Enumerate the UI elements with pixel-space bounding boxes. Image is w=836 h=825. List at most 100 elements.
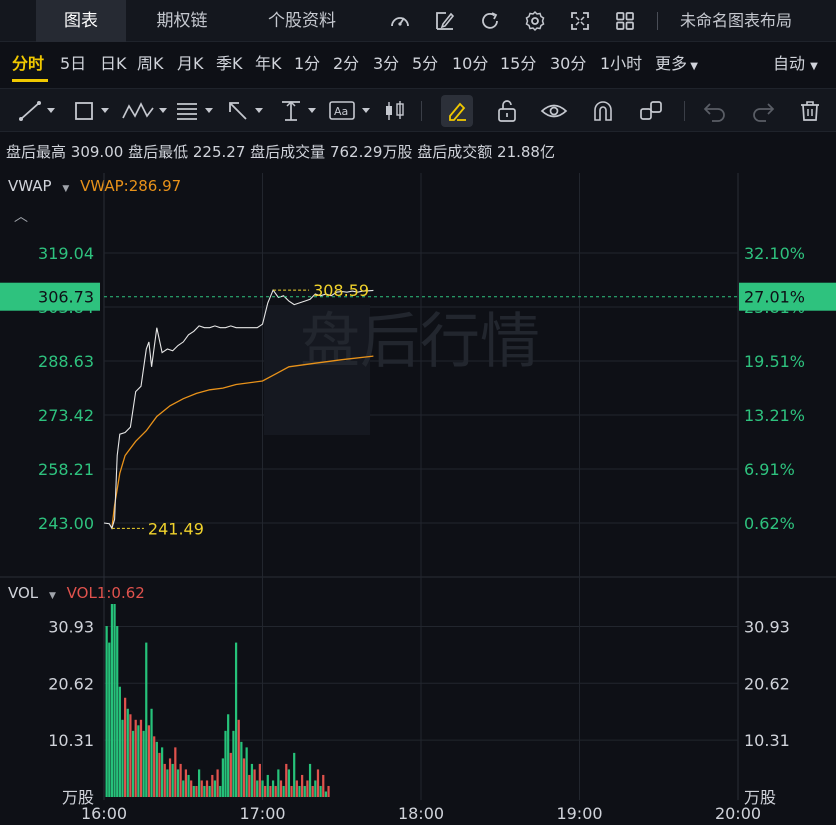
volume-bar [264, 785, 267, 797]
tab-option-chain[interactable]: 期权链 [134, 0, 230, 42]
volume-bar [248, 774, 251, 797]
eye-icon[interactable] [540, 98, 568, 124]
volume-bar [192, 785, 195, 797]
period-12[interactable]: 15分 [500, 52, 536, 76]
arrow-tool-icon[interactable] [226, 98, 270, 124]
fullscreen-icon[interactable] [568, 9, 592, 33]
pattern-tool-icon[interactable] [120, 98, 172, 124]
time-label: 16:00 [81, 804, 127, 823]
period-11[interactable]: 10分 [452, 52, 488, 76]
current-price-text: 306.73 [38, 288, 94, 307]
trendline-tool-icon[interactable] [18, 98, 60, 124]
divider [657, 12, 658, 30]
volume-bar [224, 730, 227, 797]
vwap-name: VWAP [8, 177, 52, 195]
refresh-icon[interactable] [478, 9, 502, 33]
volume-bar [242, 758, 246, 797]
divider [421, 101, 422, 121]
price-tick-label: 258.21 [38, 460, 94, 479]
volume-bar [142, 730, 145, 797]
fibonacci-tool-icon[interactable] [174, 98, 220, 124]
volume-bar [124, 697, 127, 797]
settings-icon[interactable] [523, 9, 547, 33]
trash-icon[interactable] [797, 98, 823, 124]
measure-tool-icon[interactable] [279, 98, 323, 124]
volume-bar [216, 769, 219, 797]
time-label: 17:00 [239, 804, 285, 823]
link-icon[interactable] [638, 98, 664, 124]
volume-tick-label: 10.31 [48, 731, 94, 750]
volume-bar [168, 758, 172, 797]
high-value: 309.00 [70, 143, 124, 161]
period-10[interactable]: 5分 [412, 52, 438, 76]
period-label: 月K [177, 54, 204, 73]
price-tick-label: 303.84 [38, 298, 94, 317]
period-label: 更多 [655, 54, 688, 73]
rectangle-tool-icon[interactable] [72, 98, 114, 124]
unlock-icon[interactable] [494, 98, 520, 124]
volume-bar [129, 714, 132, 797]
volume-bar [314, 780, 317, 797]
redo-icon[interactable] [750, 98, 776, 124]
undo-icon[interactable] [702, 98, 728, 124]
volume-bar [166, 769, 169, 797]
period-2[interactable]: 日K [100, 52, 127, 76]
speedometer-icon[interactable] [388, 9, 412, 33]
period-label: 年K [255, 54, 282, 73]
auto-dropdown[interactable]: 自动 ▼ [773, 52, 818, 76]
text-tool-icon[interactable]: Aa [328, 98, 378, 124]
volume-bar [316, 769, 320, 797]
period-0[interactable]: 分时 [12, 52, 44, 76]
divider [684, 101, 685, 121]
amount-label: 盘后成交额 [417, 143, 493, 161]
price-tick-label: 319.04 [38, 244, 94, 263]
volume-bar [211, 774, 214, 797]
period-8[interactable]: 2分 [333, 52, 359, 76]
tab-stock-profile[interactable]: 个股资料 [244, 0, 360, 42]
volume-bar [197, 769, 201, 797]
volume-bar [137, 725, 140, 797]
volume-bar [153, 736, 156, 797]
period-4[interactable]: 月K [177, 52, 204, 76]
volume-tick-label: 10.31 [744, 731, 790, 750]
percent-tick-label: 13.21% [744, 406, 805, 425]
watermark-text: 盘后行情 [300, 307, 540, 377]
volume-bar [113, 604, 116, 797]
period-13[interactable]: 30分 [550, 52, 586, 76]
vol-indicator[interactable]: VOL ▼ VOL1:0.62 [8, 584, 145, 602]
volume-bar [131, 730, 135, 797]
layout-name[interactable]: 未命名图表布局 [680, 0, 792, 42]
volume-bar [271, 780, 275, 797]
max-marker-label: 308.59 [313, 281, 369, 300]
percent-tick-label: 25.81% [744, 298, 805, 317]
draw-mode-button[interactable] [441, 95, 473, 127]
volume-bar [221, 758, 224, 797]
volume-bar [184, 769, 188, 797]
volume-bar [261, 780, 264, 797]
period-1[interactable]: 5日 [60, 52, 86, 76]
period-7[interactable]: 1分 [294, 52, 320, 76]
period-6[interactable]: 年K [255, 52, 282, 76]
volume-tick-label: 30.93 [744, 617, 790, 636]
period-5[interactable]: 季K [216, 52, 243, 76]
collapse-chevron-icon[interactable]: ︿ [14, 206, 28, 226]
tab-chart[interactable]: 图表 [36, 0, 126, 42]
edit-icon[interactable] [433, 9, 457, 33]
percent-tick-label: 32.10% [744, 244, 805, 263]
period-9[interactable]: 3分 [373, 52, 399, 76]
candlestick-tool-icon[interactable] [382, 98, 408, 124]
volume-unit-label: 万股 [62, 788, 94, 807]
grid-layout-icon[interactable] [613, 9, 637, 33]
volume-bar [139, 719, 143, 797]
volume-bar [319, 785, 322, 797]
vwap-indicator[interactable]: VWAP ▼ VWAP:286.97 [8, 177, 181, 195]
volume-bar [277, 769, 280, 797]
period-label: 分时 [12, 54, 45, 73]
period-15[interactable]: 更多 ▼ [655, 52, 698, 76]
volume-bar [237, 719, 240, 797]
period-14[interactable]: 1小时 [600, 52, 642, 76]
period-3[interactable]: 周K [137, 52, 164, 76]
high-label: 盘后最高 [6, 143, 67, 161]
volume-bar [293, 752, 296, 797]
magnet-icon[interactable] [590, 98, 616, 124]
